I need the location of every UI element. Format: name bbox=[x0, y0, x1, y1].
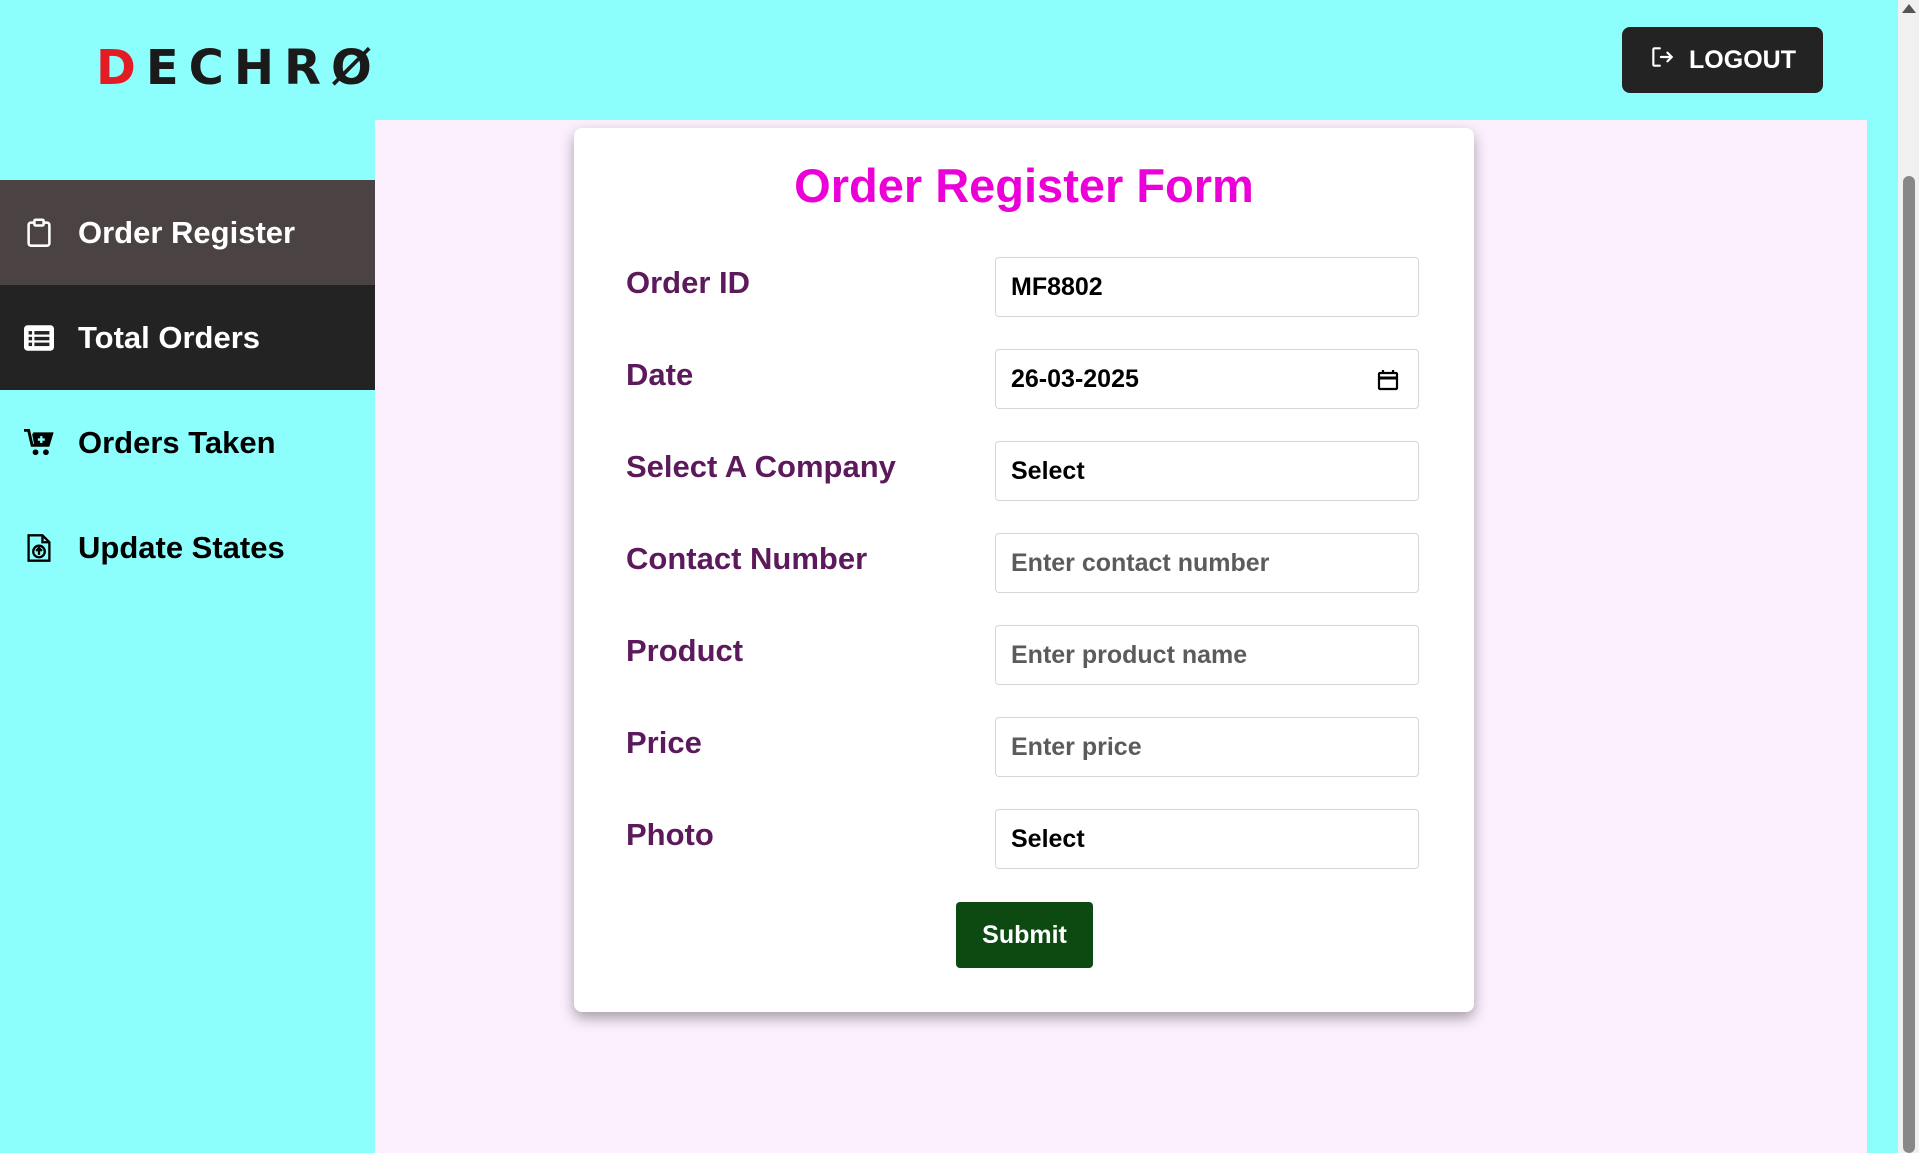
product-label: Product bbox=[626, 633, 744, 668]
sidebar-item-update-states[interactable]: Update States bbox=[0, 495, 375, 600]
price-input[interactable]: Enter price bbox=[995, 717, 1419, 777]
sidebar-item-label: Total Orders bbox=[78, 319, 261, 355]
photo-label: Photo bbox=[626, 817, 714, 852]
clipboard-icon bbox=[22, 216, 56, 250]
sidebar-item-label: Order Register bbox=[78, 214, 296, 250]
company-label: Select A Company bbox=[626, 449, 896, 484]
sidebar-item-label: Update States bbox=[78, 529, 285, 565]
form-title: Order Register Form bbox=[794, 159, 1254, 212]
top-header: D ECHR Ø LOGOUT bbox=[0, 0, 1898, 120]
price-label: Price bbox=[626, 725, 702, 760]
logo-text: D ECHR Ø bbox=[96, 40, 382, 96]
sidebar-item-order-register[interactable]: Order Register bbox=[0, 180, 375, 285]
order-register-form: Order Register Form Order ID MF8802 Date… bbox=[574, 128, 1474, 1012]
date-input[interactable]: 26-03-2025 bbox=[995, 349, 1419, 409]
sidebar-item-total-orders[interactable]: Total Orders bbox=[0, 285, 375, 390]
date-label: Date bbox=[626, 357, 694, 392]
sidebar-item-label: Orders Taken bbox=[78, 424, 276, 460]
sidebar: Order Register Total Orders Orders Taken… bbox=[0, 120, 375, 1153]
contact-number-input[interactable]: Enter contact number bbox=[995, 533, 1419, 593]
logout-icon bbox=[1649, 44, 1675, 77]
scroll-up-arrow[interactable] bbox=[1902, 4, 1916, 13]
product-input[interactable]: Enter product name bbox=[995, 625, 1419, 685]
order-id-input[interactable]: MF8802 bbox=[995, 257, 1419, 317]
dechro-logo[interactable]: D ECHR Ø bbox=[96, 40, 372, 96]
submit-button[interactable]: Submit bbox=[956, 902, 1093, 968]
photo-select[interactable]: Select bbox=[995, 809, 1419, 869]
scrollbar-thumb[interactable] bbox=[1903, 176, 1915, 1153]
logout-label: LOGOUT bbox=[1689, 45, 1796, 74]
calendar-icon[interactable] bbox=[1376, 368, 1400, 392]
list-icon bbox=[22, 321, 56, 355]
company-select[interactable]: Select bbox=[995, 441, 1419, 501]
contact-number-label: Contact Number bbox=[626, 541, 868, 576]
file-upload-icon bbox=[22, 531, 56, 565]
cart-icon bbox=[22, 426, 56, 460]
order-id-label: Order ID bbox=[626, 265, 751, 300]
logout-button[interactable]: LOGOUT bbox=[1622, 27, 1823, 93]
sidebar-item-orders-taken[interactable]: Orders Taken bbox=[0, 390, 375, 495]
